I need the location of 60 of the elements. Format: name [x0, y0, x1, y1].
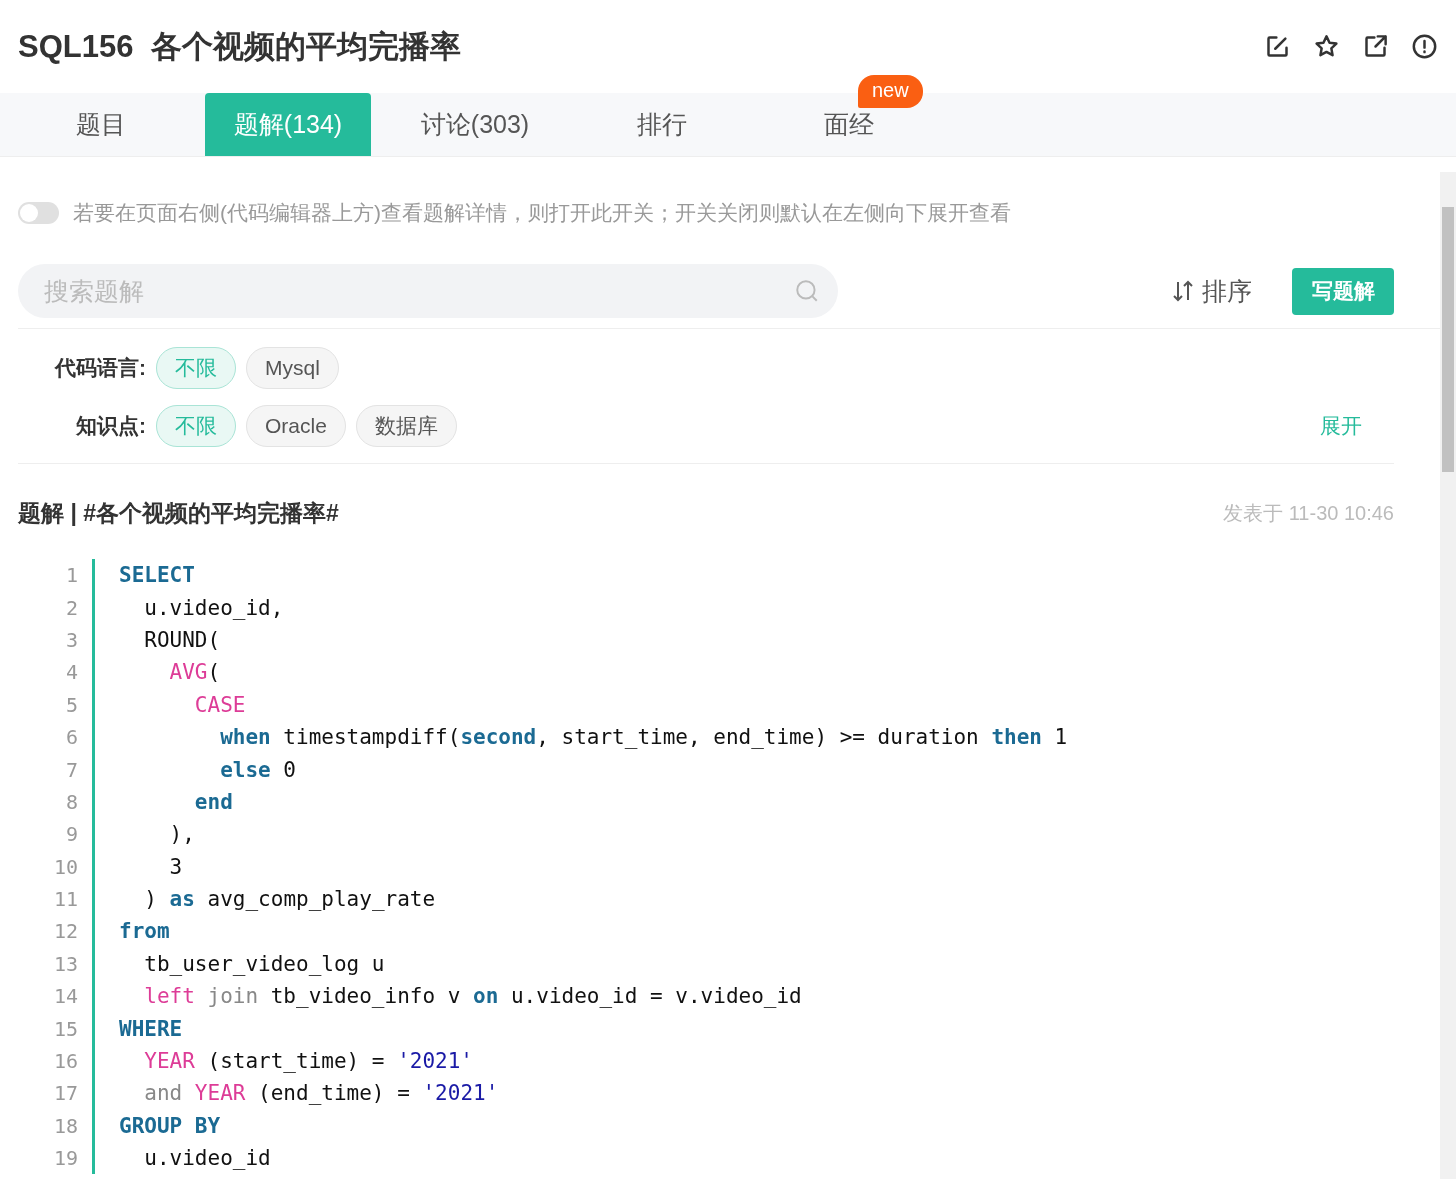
- line-number: 16: [52, 1049, 79, 1074]
- code-line: AVG(: [92, 656, 221, 689]
- code-line: YEAR (start_time) = '2021': [92, 1044, 473, 1078]
- toggle-label: 若要在页面右侧(代码编辑器上方)查看题解详情，则打开此开关；开关关闭则默认在左侧向下展开查看: [73, 200, 1011, 226]
- filter-label: 代码语言:: [53, 355, 146, 381]
- line-number: 15: [52, 1016, 79, 1041]
- external-link-icon[interactable]: [1362, 33, 1389, 60]
- code-line: tb_user_video_log u: [92, 947, 385, 981]
- edit-icon[interactable]: [1264, 33, 1291, 60]
- code-line: ) as avg_comp_play_rate: [92, 882, 436, 916]
- filter-chip[interactable]: 数据库: [355, 405, 457, 447]
- page-title: SQL156 各个视频的平均完播率: [18, 27, 461, 66]
- search-field[interactable]: 搜索题解: [18, 264, 838, 318]
- code-line: u.video_id: [92, 1142, 271, 1175]
- search-icon: [794, 278, 820, 304]
- code-line: from: [92, 915, 170, 948]
- filter-chip[interactable]: Oracle: [246, 405, 346, 447]
- scrollbar[interactable]: [1440, 172, 1456, 1179]
- code-line: GROUP BY: [92, 1109, 221, 1143]
- code-line: WHERE: [92, 1012, 183, 1045]
- line-number: 18: [52, 1113, 79, 1138]
- line-number: 19: [52, 1146, 79, 1171]
- line-number: 4: [64, 660, 79, 685]
- code-line: u.video_id,: [92, 591, 284, 624]
- line-number: 2: [64, 595, 79, 620]
- code-line: ),: [92, 818, 195, 851]
- tab[interactable]: 题目: [18, 93, 184, 156]
- tab[interactable]: 讨论(303): [392, 93, 558, 156]
- solution-title: 题解 | #各个视频的平均完播率#: [18, 499, 339, 528]
- code-line: ROUND(: [92, 623, 221, 657]
- code-line: else 0: [92, 753, 296, 786]
- code-line: CASE: [92, 688, 246, 721]
- line-number: 1: [64, 563, 79, 588]
- tab[interactable]: 排行: [579, 93, 745, 156]
- line-number: 12: [52, 919, 79, 944]
- sort-arrows-icon: [1172, 279, 1194, 303]
- line-number: 13: [52, 951, 79, 976]
- line-number: 14: [52, 984, 79, 1009]
- line-number: 17: [52, 1081, 79, 1106]
- line-number: 6: [64, 725, 79, 750]
- post-date: 发表于 11-30 10:46: [1223, 501, 1394, 526]
- code-line: SELECT: [92, 559, 195, 592]
- code-line: 3: [92, 850, 183, 883]
- line-number: 9: [64, 822, 79, 847]
- line-number: 5: [64, 692, 79, 717]
- line-number: 3: [64, 627, 79, 652]
- code-line: when timestampdiff(second, start_time, end_time) >= duration then 1: [92, 720, 1068, 754]
- sort-button[interactable]: 排序: [1166, 273, 1258, 309]
- filter-chip[interactable]: Mysql: [246, 347, 339, 389]
- filter-label: 知识点:: [75, 413, 146, 439]
- code-line: left join tb_video_info v on u.video_id = v.video_id: [92, 980, 802, 1013]
- alert-circle-icon[interactable]: [1411, 33, 1438, 60]
- new-badge: new: [858, 75, 923, 108]
- line-number: 7: [64, 757, 79, 782]
- line-number: 8: [64, 789, 79, 814]
- line-number: 10: [52, 854, 79, 879]
- code-line: end: [92, 785, 233, 819]
- toggle-switch[interactable]: [18, 202, 59, 224]
- line-number: 11: [52, 887, 79, 912]
- code-line: and YEAR (end_time) = '2021': [92, 1077, 499, 1110]
